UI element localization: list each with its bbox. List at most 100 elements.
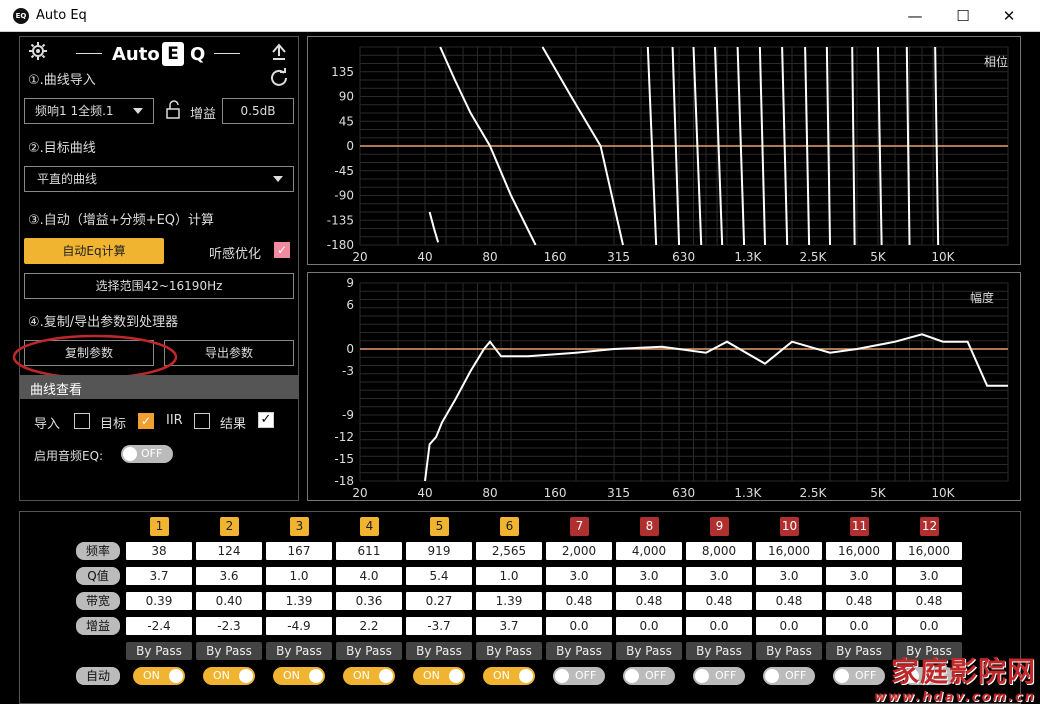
gain-field[interactable]: 0.0 (616, 617, 682, 635)
q-field[interactable]: 1.0 (266, 567, 332, 585)
q-field[interactable]: 3.0 (896, 567, 962, 585)
auto-toggle[interactable]: OFF (623, 667, 675, 685)
cb-iir[interactable] (194, 413, 210, 429)
freq-field[interactable]: 4,000 (616, 542, 682, 560)
bypass-button[interactable]: By Pass (406, 642, 472, 660)
auto-toggle[interactable]: ON (203, 667, 255, 685)
close-button[interactable]: ✕ (986, 0, 1032, 32)
gain-field[interactable]: -2.4 (126, 617, 192, 635)
auto-toggle[interactable]: OFF (693, 667, 745, 685)
auto-toggle[interactable]: ON (343, 667, 395, 685)
gain-field[interactable]: 0.0 (686, 617, 752, 635)
gain-field[interactable]: -4.9 (266, 617, 332, 635)
gain-field[interactable]: 3.7 (476, 617, 542, 635)
gain-field[interactable]: 0.0 (826, 617, 892, 635)
gain-field[interactable]: 2.2 (336, 617, 402, 635)
phase-x-tick: 160 (544, 250, 567, 264)
freq-field[interactable]: 16,000 (756, 542, 822, 560)
bandwidth-field[interactable]: 0.36 (336, 592, 402, 610)
auto-toggle[interactable]: OFF (553, 667, 605, 685)
bandwidth-field[interactable]: 0.40 (196, 592, 262, 610)
band-number: 4 (360, 517, 379, 536)
bypass-button[interactable]: By Pass (546, 642, 612, 660)
bandwidth-field[interactable]: 1.39 (476, 592, 542, 610)
bandwidth-field[interactable]: 0.48 (686, 592, 752, 610)
q-field[interactable]: 3.7 (126, 567, 192, 585)
auto-toggle[interactable]: ON (483, 667, 535, 685)
bandwidth-field[interactable]: 0.48 (546, 592, 612, 610)
freq-field[interactable]: 2,000 (546, 542, 612, 560)
freq-field[interactable]: 16,000 (826, 542, 892, 560)
logo-badge-e: E (162, 42, 184, 66)
collapse-icon[interactable] (269, 41, 289, 61)
magnitude-chart-svg: 9 6 0 -3 -9 -12 -15 -1820 40 80 160 315 630 1.3K 2.5K 5… (334, 276, 1009, 500)
bypass-button[interactable]: By Pass (476, 642, 542, 660)
q-field[interactable]: 3.0 (686, 567, 752, 585)
bypass-button[interactable]: By Pass (756, 642, 822, 660)
cb-import[interactable] (74, 413, 90, 429)
freq-field[interactable]: 8,000 (686, 542, 752, 560)
auto-toggle[interactable]: OFF (763, 667, 815, 685)
band-number: 11 (850, 517, 869, 536)
gain-input[interactable]: 0.5dB (222, 98, 294, 124)
q-field[interactable]: 3.6 (196, 567, 262, 585)
gear-icon[interactable] (28, 41, 48, 61)
q-field[interactable]: 1.0 (476, 567, 542, 585)
mag-y-tick: -15 (334, 452, 354, 466)
gain-field[interactable]: 0.0 (546, 617, 612, 635)
listen-optimize-checkbox[interactable]: ✓ (274, 242, 290, 258)
toggle-knob (449, 669, 463, 683)
freq-field[interactable]: 2,565 (476, 542, 542, 560)
mag-y-tick: 9 (346, 276, 354, 290)
range-button[interactable]: 选择范围42~16190Hz (24, 273, 294, 299)
bandwidth-field[interactable]: 0.48 (826, 592, 892, 610)
bypass-button[interactable]: By Pass (126, 642, 192, 660)
target-curve-select[interactable]: 平直的曲线 (24, 166, 294, 192)
bandwidth-field[interactable]: 0.27 (406, 592, 472, 610)
cb-result[interactable]: ✓ (258, 412, 274, 428)
freq-field[interactable]: 167 (266, 542, 332, 560)
q-field[interactable]: 3.0 (616, 567, 682, 585)
gain-field[interactable]: -3.7 (406, 617, 472, 635)
bypass-button[interactable]: By Pass (686, 642, 752, 660)
q-field[interactable]: 3.0 (826, 567, 892, 585)
bypass-button[interactable]: By Pass (616, 642, 682, 660)
bandwidth-field[interactable]: 1.39 (266, 592, 332, 610)
freq-field[interactable]: 38 (126, 542, 192, 560)
freq-field[interactable]: 919 (406, 542, 472, 560)
auto-toggle[interactable]: ON (273, 667, 325, 685)
bypass-button[interactable]: By Pass (266, 642, 332, 660)
logo-rule-left (76, 53, 102, 54)
auto-eq-button[interactable]: 自动Eq计算 (24, 238, 164, 264)
gain-field[interactable]: 0.0 (756, 617, 822, 635)
auto-toggle[interactable]: ON (133, 667, 185, 685)
bypass-button[interactable]: By Pass (336, 642, 402, 660)
refresh-icon[interactable] (269, 67, 289, 87)
gain-label: 增益 (190, 107, 217, 122)
maximize-button[interactable]: ☐ (940, 0, 986, 32)
freq-field[interactable]: 124 (196, 542, 262, 560)
bandwidth-field[interactable]: 0.48 (616, 592, 682, 610)
auto-toggle[interactable]: ON (413, 667, 465, 685)
bandwidth-field[interactable]: 0.48 (756, 592, 822, 610)
minimize-button[interactable]: — (892, 0, 938, 32)
mag-x-tick: 80 (482, 486, 497, 500)
gain-field[interactable]: 0.0 (896, 617, 962, 635)
bandwidth-field[interactable]: 0.48 (896, 592, 962, 610)
curve-view-title: 曲线查看 (30, 383, 83, 398)
bandwidth-field[interactable]: 0.39 (126, 592, 192, 610)
source-curve-select[interactable]: 频响1 1全频.1 (24, 98, 154, 124)
q-field[interactable]: 5.4 (406, 567, 472, 585)
audio-eq-toggle[interactable]: OFF (121, 445, 173, 463)
freq-field[interactable]: 16,000 (896, 542, 962, 560)
q-field[interactable]: 4.0 (336, 567, 402, 585)
export-params-button[interactable]: 导出参数 (164, 340, 294, 366)
freq-field[interactable]: 611 (336, 542, 402, 560)
gain-field[interactable]: -2.3 (196, 617, 262, 635)
bypass-button[interactable]: By Pass (196, 642, 262, 660)
q-field[interactable]: 3.0 (756, 567, 822, 585)
cb-target[interactable]: ✓ (138, 413, 154, 429)
mag-x-tick: 40 (417, 486, 432, 500)
q-field[interactable]: 3.0 (546, 567, 612, 585)
unlock-icon[interactable] (164, 100, 182, 120)
